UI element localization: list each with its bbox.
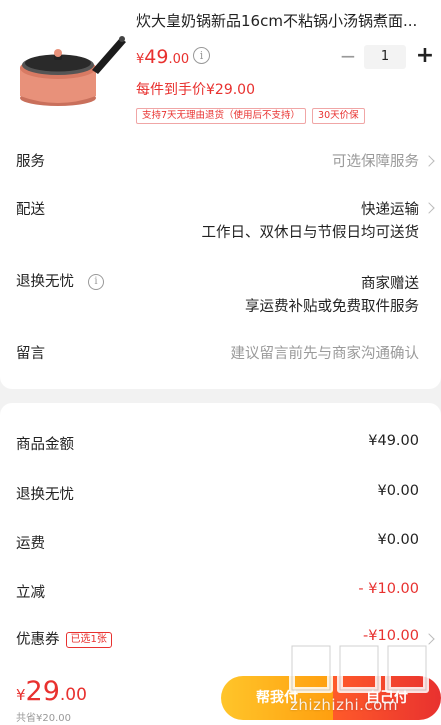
message-input[interactable]: 建议留言前先与商家沟通确认 [231,342,420,363]
delivery-row[interactable]: 配送 快递运输 工作日、双休日与节假日均可送货 [0,198,441,246]
coupon-count-badge: 已选1张 [65,632,112,648]
total-currency: ¥ [16,686,26,704]
service-value: 可选保障服务 [332,154,419,170]
order-item-card: 炊大皇奶锅新品16cm不粘锅小汤锅煮面... ¥ 49 .00 i − 1 + … [0,0,441,389]
service-tags: 支持7天无理由退货（使用后不支持） 30天价保 [136,108,365,124]
price-integer: 49 [144,46,169,68]
shipping-label: 运费 [16,536,45,552]
return-value: 商家赠送 [361,276,419,292]
return-fee-label: 退换无忧 [16,487,74,503]
goods-amount-row: 商品金额 ¥49.00 [0,433,441,457]
service-row[interactable]: 服务 可选保障服务 [0,150,441,174]
self-pay-button[interactable]: 自己付 [333,676,441,720]
total-decimal: .00 [59,685,87,705]
return-policy-tag: 支持7天无理由退货（使用后不支持） [136,108,307,124]
price-currency: ¥ [136,52,145,67]
service-label: 服务 [16,154,45,170]
coupon-label-text: 优惠券 [16,632,60,648]
coupon-row[interactable]: 优惠券 已选1张 -¥10.00 [0,628,441,652]
help-pay-button[interactable]: 帮我付 [221,676,333,720]
delivery-method: 快递运输 [361,202,419,218]
delivery-label: 配送 [16,202,45,218]
price-summary-card: 商品金额 ¥49.00 退换无忧 ¥0.00 运费 ¥0.00 立减 - ¥10… [0,403,441,667]
quantity-stepper: − 1 + [334,43,436,71]
discount-label: 立减 [16,585,45,601]
saved-amount: 共省¥20.00 [16,713,71,724]
message-row: 留言 建议留言前先与商家沟通确认 [0,342,441,366]
return-detail: 享运费补贴或免费取件服务 [245,299,419,315]
chevron-right-icon [423,155,435,167]
shipping-row: 运费 ¥0.00 [0,532,441,556]
return-row: 退换无忧 i 商家赠送 享运费补贴或免费取件服务 [0,270,441,318]
goods-amount-value: ¥49.00 [368,433,419,449]
return-label: 退换无忧 i [16,270,104,291]
price-protect-tag: 30天价保 [312,108,365,124]
delivery-time: 工作日、双休日与节假日均可送货 [201,225,420,241]
chevron-right-icon [423,633,435,645]
total-integer: 29 [25,676,60,707]
quantity-input[interactable]: 1 [364,45,406,69]
price-decimal: .00 [168,52,190,67]
return-fee-row: 退换无忧 ¥0.00 [0,483,441,507]
info-icon[interactable]: i [193,47,210,64]
product-image[interactable] [10,18,126,114]
shipping-value: ¥0.00 [377,532,419,548]
return-fee-value: ¥0.00 [377,483,419,499]
minus-button[interactable]: − [338,45,358,67]
plus-button[interactable]: + [414,43,436,69]
coupon-value: -¥10.00 [363,628,419,644]
final-unit-price: 每件到手价¥29.00 [136,82,255,98]
coupon-label: 优惠券 已选1张 [16,628,112,649]
return-label-text: 退换无忧 [16,274,74,290]
chevron-right-icon [423,202,435,214]
discount-value: - ¥10.00 [358,581,419,597]
message-label: 留言 [16,346,45,362]
info-icon[interactable]: i [88,274,104,290]
product-price: ¥ 49 .00 [136,46,189,70]
product-title[interactable]: 炊大皇奶锅新品16cm不粘锅小汤锅煮面... [136,10,426,31]
total-price: ¥ 29 .00 [16,676,87,707]
checkout-bar: ¥ 29 .00 共省¥20.00 帮我付 自己付 [0,667,441,725]
discount-row: 立减 - ¥10.00 [0,581,441,605]
goods-amount-label: 商品金额 [16,437,74,453]
